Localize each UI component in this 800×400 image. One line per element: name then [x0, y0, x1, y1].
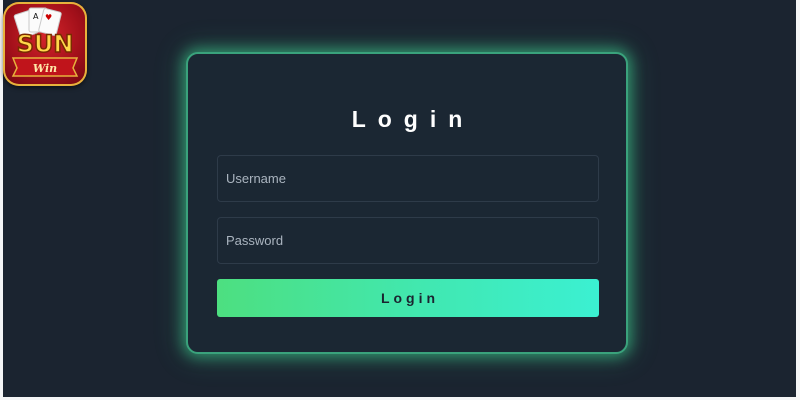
svg-text:SUN: SUN — [17, 30, 74, 58]
svg-text:A: A — [33, 12, 39, 21]
screen-frame-right — [796, 0, 800, 400]
login-card: Login Login — [186, 52, 628, 354]
username-input[interactable] — [217, 155, 599, 202]
password-input[interactable] — [217, 217, 599, 264]
login-title: Login — [351, 106, 475, 132]
svg-text:♥: ♥ — [45, 13, 52, 22]
svg-text:Win: Win — [33, 62, 57, 75]
sunwin-logo[interactable]: A ♥ SUN Win — [3, 2, 87, 86]
sunwin-logo-icon: A ♥ SUN Win — [11, 7, 79, 77]
login-button[interactable]: Login — [217, 279, 599, 317]
